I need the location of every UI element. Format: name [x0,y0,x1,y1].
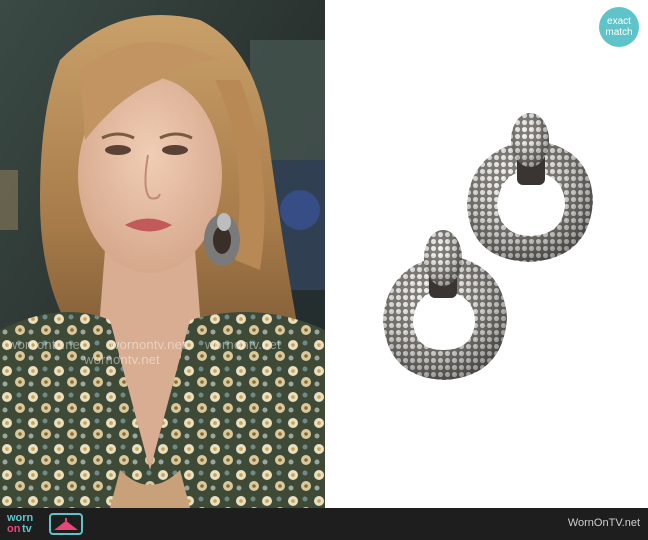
logo-word-tv: tv [22,523,32,535]
earring-front [383,230,507,380]
earrings-illustration [383,113,593,380]
footer-bar: worn on tv WornOnTV.net [0,508,648,540]
hanger-icon [54,518,78,530]
scene-photo [0,0,325,508]
watermark-text: wornontv.net [8,337,84,352]
badge-line-1: exact [607,16,631,27]
wornontv-logo: worn on tv [5,511,85,537]
watermark-text: wornontv.net [110,337,186,352]
watermark-text: wornontv.net [84,352,160,367]
tv-icon [49,513,83,535]
exact-match-badge: exact match [599,7,639,47]
earring-back [467,113,593,262]
logo-word-on: on [7,523,21,535]
site-url: WornOnTV.net [567,517,640,529]
watermark-text: wornontv.net [205,337,281,352]
badge-line-2: match [605,27,633,38]
scene-illustration [0,0,325,508]
product-photo [325,0,648,508]
